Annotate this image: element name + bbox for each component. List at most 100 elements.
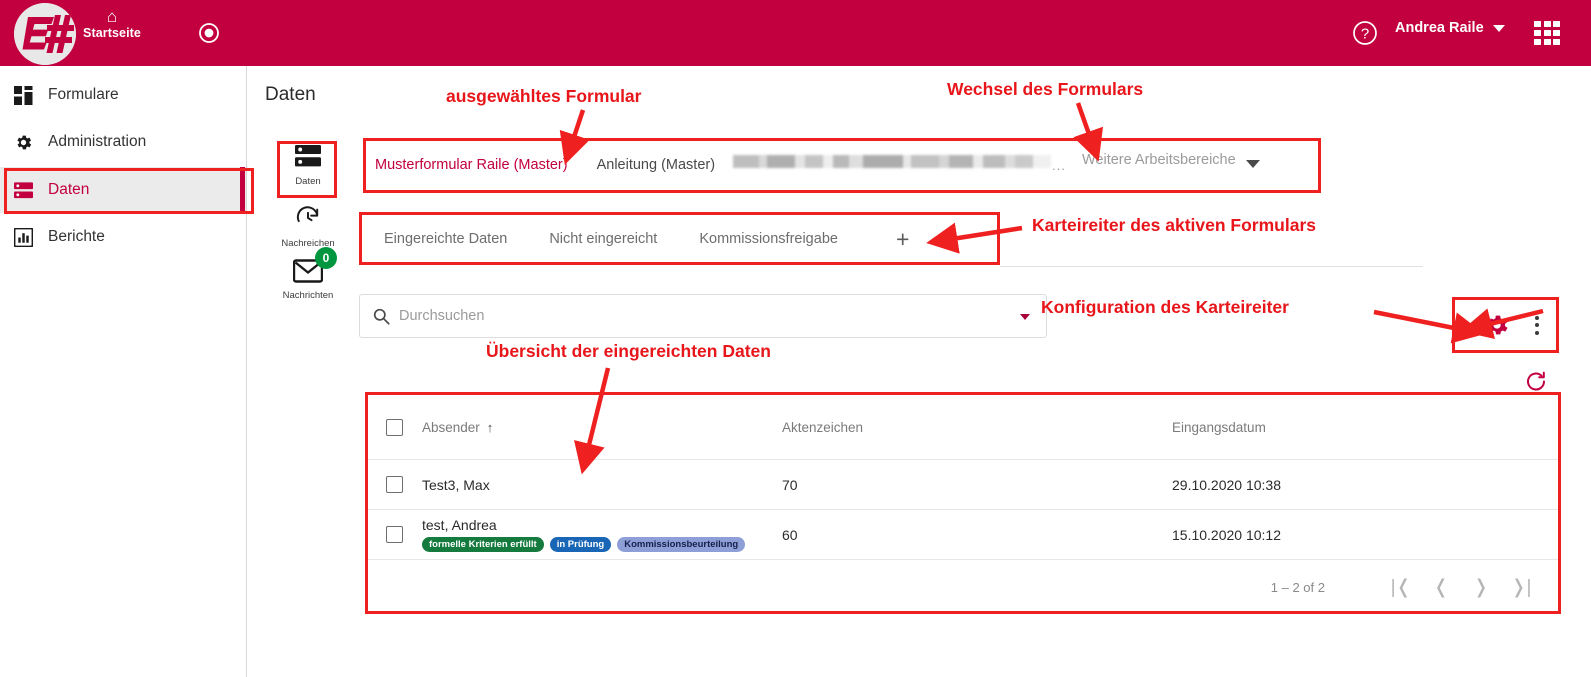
sidebar-item-label: Daten [48, 181, 90, 198]
table-row[interactable]: Test3, Max 70 29.10.2020 10:38 [366, 460, 1561, 510]
annotation-label-uebersicht: Übersicht der eingereichten Daten [486, 341, 771, 361]
kebab-dot [1535, 330, 1539, 335]
row-select-cell[interactable] [366, 476, 422, 493]
clock-arrow-icon [295, 205, 321, 236]
user-menu[interactable]: Andrea Raile [1395, 20, 1505, 36]
rail-item-nachrichten[interactable]: 0 Nachrichten [280, 247, 337, 301]
sidebar-item-berichte[interactable]: Berichte [0, 214, 246, 260]
sidebar: Formulare Administration Daten Berichte [0, 66, 247, 677]
previous-page-button[interactable]: ❬ [1421, 576, 1461, 599]
status-badge: in Prüfung [549, 537, 612, 552]
cell-absender: test, Andrea formelle Kriterien erfüllt … [422, 517, 782, 552]
home-label: Startseite [83, 26, 141, 40]
rail-item-nachreichen[interactable]: Nachreichen [280, 205, 336, 249]
user-name-label: Andrea Raile [1395, 20, 1484, 36]
apps-cell [1543, 21, 1551, 28]
sidebar-item-formulare[interactable]: Formulare [0, 72, 246, 118]
data-table: Absender ↑ Aktenzeichen Eingangsdatum Tes… [366, 396, 1561, 614]
sidebar-item-administration[interactable]: Administration [0, 119, 246, 165]
table-header-row: Absender ↑ Aktenzeichen Eingangsdatum [366, 396, 1561, 460]
table-pagination: 1 – 2 of 2 |❬ ❬ ❭ ❭| [366, 560, 1561, 614]
select-all-cell[interactable] [366, 419, 422, 436]
sidebar-item-label: Berichte [48, 228, 105, 245]
annotation-label-konfiguration: Konfiguration des Karteireiter [1041, 297, 1289, 317]
table-row[interactable]: test, Andrea formelle Kriterien erfüllt … [366, 510, 1561, 560]
form-tab-anleitung[interactable]: Anleitung (Master) [597, 157, 715, 173]
first-page-button[interactable]: |❬ [1381, 576, 1421, 599]
apps-cell [1553, 38, 1560, 45]
rail-item-label: Nachrichten [282, 290, 334, 301]
column-header-absender[interactable]: Absender ↑ [422, 420, 782, 435]
server-icon [295, 143, 321, 174]
redacted-ellipsis: ... [1052, 158, 1066, 173]
dashboard-icon [14, 85, 44, 105]
cell-aktenzeichen: 70 [782, 476, 798, 493]
kebab-dot [1535, 315, 1539, 320]
search-bar[interactable]: Durchsuchen [359, 294, 1047, 338]
row-checkbox[interactable] [385, 526, 403, 543]
add-tab-button[interactable]: + [896, 228, 909, 251]
tab-bar-divider [1000, 266, 1423, 267]
cell-aktenzeichen: 60 [782, 526, 798, 543]
form-tab-musterformular[interactable]: Musterformular Raile (Master) [375, 157, 568, 173]
cell-eingangsdatum: 15.10.2020 10:12 [1172, 526, 1281, 543]
sort-ascending-icon: ↑ [486, 420, 494, 435]
apps-cell [1553, 29, 1560, 37]
apps-cell [1543, 38, 1551, 45]
cell-eingangsdatum: 29.10.2020 10:38 [1172, 476, 1281, 493]
help-icon[interactable]: ? [1350, 18, 1380, 48]
apps-cell [1553, 21, 1560, 28]
last-page-button[interactable]: ❭| [1501, 576, 1541, 599]
sidebar-item-daten[interactable]: Daten [0, 167, 246, 213]
home-button[interactable]: ⌂ Startseite [83, 7, 141, 40]
unread-count-badge: 0 [315, 247, 337, 269]
sidebar-item-label: Administration [48, 133, 147, 150]
more-workspaces-label[interactable]: Weitere Arbeitsbereiche [1082, 152, 1236, 168]
rail-item-label: Daten [295, 176, 321, 187]
chevron-down-icon[interactable] [1246, 160, 1260, 168]
logo[interactable] [14, 3, 76, 65]
rail-item-daten[interactable]: Daten [280, 143, 336, 187]
status-badge: Kommissionsbeurteilung [617, 537, 746, 552]
more-vertical-icon[interactable] [1528, 312, 1546, 338]
apps-grid-icon[interactable] [1534, 21, 1560, 45]
column-header-eingangsdatum[interactable]: Eingangsdatum [1172, 420, 1561, 435]
row-checkbox[interactable] [385, 476, 403, 493]
chevron-down-icon [1492, 24, 1505, 32]
search-input[interactable]: Durchsuchen [399, 308, 484, 324]
pagination-range-label: 1 – 2 of 2 [1270, 579, 1325, 595]
column-header-aktenzeichen[interactable]: Aktenzeichen [782, 420, 1172, 435]
server-icon [14, 181, 44, 200]
select-all-checkbox[interactable] [385, 419, 403, 436]
workspace-icon-rail: Daten Nachreichen 0 Nachrichten [280, 143, 337, 301]
row-select-cell[interactable] [366, 526, 422, 543]
apps-cell [1534, 38, 1541, 45]
annotation-label-wechsel-des-formulars: Wechsel des Formulars [947, 79, 1144, 99]
page-title: Daten [265, 84, 316, 105]
tab-kommissionsfreigabe[interactable]: Kommissionsfreigabe [699, 231, 838, 247]
search-icon [373, 308, 390, 325]
kebab-dot [1535, 323, 1539, 327]
annotation-label-ausgewaehltes-formular: ausgewähltes Formular [446, 86, 642, 106]
next-page-button[interactable]: ❭ [1461, 576, 1501, 599]
tab-eingereichte-daten[interactable]: Eingereichte Daten [384, 231, 507, 247]
home-icon: ⌂ [106, 7, 118, 26]
status-badge-group: formelle Kriterien erfüllt in Prüfung Ko… [422, 537, 782, 552]
apps-cell [1534, 29, 1541, 37]
redacted-workspace-name [733, 155, 1051, 168]
sidebar-active-indicator [240, 167, 245, 213]
apps-cell [1543, 29, 1551, 37]
status-badge: formelle Kriterien erfüllt [422, 537, 544, 552]
search-options-caret-icon[interactable] [1020, 314, 1030, 320]
refresh-icon[interactable] [1524, 370, 1548, 394]
record-icon[interactable] [196, 20, 222, 46]
tab-nicht-eingereicht[interactable]: Nicht eingereicht [549, 231, 657, 247]
apps-cell [1534, 21, 1541, 28]
gear-icon [14, 133, 44, 152]
top-app-bar: ⌂ Startseite ? Andrea Raile [0, 0, 1591, 66]
configure-tab-gear-icon[interactable] [1484, 312, 1510, 338]
annotation-label-karteireiter: Karteireiter des aktiven Formulars [1032, 215, 1317, 235]
sidebar-item-label: Formulare [48, 86, 119, 103]
cell-absender: Test3, Max [422, 476, 490, 493]
bar-chart-icon [14, 227, 44, 247]
